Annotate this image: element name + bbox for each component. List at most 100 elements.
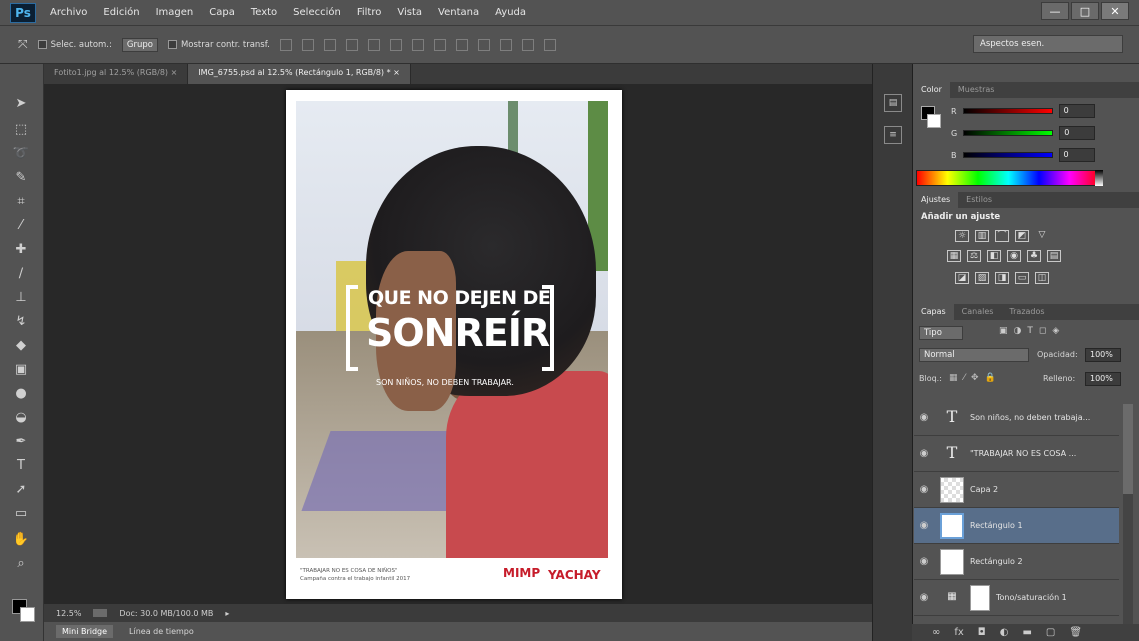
maximize-button[interactable]: □ bbox=[1071, 2, 1099, 20]
layer-row[interactable]: ◉ ▦ Tono/saturación 1 bbox=[914, 580, 1119, 616]
align-middle-icon[interactable] bbox=[301, 38, 314, 51]
layer-row-selected[interactable]: ◉ Rectángulo 1 bbox=[914, 508, 1119, 544]
pen-tool-icon[interactable]: ✒ bbox=[10, 432, 32, 452]
distribute-middle-icon[interactable] bbox=[433, 38, 446, 51]
vibrance-adjust-icon[interactable]: ▽ bbox=[1035, 230, 1049, 242]
menu-filtro[interactable]: Filtro bbox=[349, 7, 390, 18]
selective-color-adjust-icon[interactable]: ◫ bbox=[1035, 272, 1049, 284]
link-layers-icon[interactable]: ∞ bbox=[932, 627, 940, 638]
align-right-icon[interactable] bbox=[389, 38, 402, 51]
visibility-eye-icon[interactable]: ◉ bbox=[914, 520, 934, 531]
tab-timeline[interactable]: Línea de tiempo bbox=[123, 625, 200, 638]
invert-adjust-icon[interactable]: ◪ bbox=[955, 272, 969, 284]
align-bottom-icon[interactable] bbox=[323, 38, 336, 51]
show-transform-option[interactable]: Mostrar contr. transf. bbox=[167, 40, 270, 50]
distribute-left-icon[interactable] bbox=[477, 38, 490, 51]
visibility-eye-icon[interactable]: ◉ bbox=[914, 484, 934, 495]
quick-select-tool-icon[interactable]: ✎ bbox=[10, 168, 32, 188]
levels-adjust-icon[interactable]: ▥ bbox=[975, 230, 989, 242]
clone-stamp-tool-icon[interactable]: ⊥ bbox=[10, 288, 32, 308]
tab-adjustments[interactable]: Ajustes bbox=[913, 192, 959, 208]
opacity-value[interactable]: 100% bbox=[1085, 348, 1121, 362]
layer-style-icon[interactable]: fx bbox=[954, 627, 963, 638]
type-tool-icon[interactable]: T bbox=[10, 456, 32, 476]
properties-panel-icon[interactable]: ≡ bbox=[884, 126, 902, 144]
visibility-eye-icon[interactable]: ◉ bbox=[914, 448, 934, 459]
exposure-adjust-icon[interactable]: ◩ bbox=[1015, 230, 1029, 242]
tab-styles[interactable]: Estilos bbox=[958, 192, 1000, 208]
history-brush-tool-icon[interactable]: ↯ bbox=[10, 312, 32, 332]
fill-value[interactable]: 100% bbox=[1085, 372, 1121, 386]
history-panel-icon[interactable]: ▤ bbox=[884, 94, 902, 112]
blue-value[interactable]: 0 bbox=[1058, 148, 1095, 162]
close-button[interactable]: ✕ bbox=[1101, 2, 1129, 20]
black-white-adjust-icon[interactable]: ◧ bbox=[987, 250, 1001, 262]
layer-row[interactable]: ◉ T "TRABAJAR NO ES COSA ... bbox=[914, 436, 1119, 472]
menu-capa[interactable]: Capa bbox=[201, 7, 243, 18]
minimize-button[interactable]: — bbox=[1041, 2, 1069, 20]
align-center-icon[interactable] bbox=[367, 38, 380, 51]
hue-saturation-adjust-icon[interactable]: ▦ bbox=[947, 250, 961, 262]
doc-size-icon[interactable] bbox=[93, 609, 108, 617]
shape-tool-icon[interactable]: ▭ bbox=[10, 504, 32, 524]
marquee-tool-icon[interactable]: ⬚ bbox=[10, 120, 32, 140]
blue-slider[interactable] bbox=[962, 152, 1053, 158]
eraser-tool-icon[interactable]: ◆ bbox=[10, 336, 32, 356]
curves-adjust-icon[interactable]: ⌒ bbox=[995, 230, 1009, 242]
menu-imagen[interactable]: Imagen bbox=[148, 7, 202, 18]
tab-layers[interactable]: Capas bbox=[913, 304, 954, 320]
auto-select-option[interactable]: Selec. autom.: bbox=[37, 40, 112, 50]
color-bg-swatch[interactable] bbox=[927, 114, 941, 128]
tab-paths[interactable]: Trazados bbox=[1001, 304, 1052, 320]
new-adjustment-icon[interactable]: ◐ bbox=[1000, 627, 1009, 638]
workspace-select[interactable]: Aspectos esen. bbox=[973, 35, 1123, 53]
new-group-icon[interactable]: ▬ bbox=[1022, 627, 1031, 638]
eyedropper-tool-icon[interactable]: ⁄ bbox=[10, 216, 32, 236]
dodge-tool-icon[interactable]: ◒ bbox=[10, 408, 32, 428]
distribute-bottom-icon[interactable] bbox=[455, 38, 468, 51]
channel-mixer-adjust-icon[interactable]: ♣ bbox=[1027, 250, 1041, 262]
show-transform-checkbox[interactable] bbox=[167, 40, 177, 49]
brush-tool-icon[interactable]: ∕ bbox=[10, 264, 32, 284]
delete-layer-icon[interactable]: 🗑 bbox=[1069, 627, 1082, 638]
tab-color[interactable]: Color bbox=[913, 82, 950, 98]
doc-tab-fotito[interactable]: Fotito1.jpg al 12.5% (RGB/8) × bbox=[44, 64, 189, 84]
threshold-adjust-icon[interactable]: ◨ bbox=[995, 272, 1009, 284]
tab-mini-bridge[interactable]: Mini Bridge bbox=[56, 625, 114, 638]
menu-archivo[interactable]: Archivo bbox=[42, 7, 95, 18]
gradient-tool-icon[interactable]: ▣ bbox=[10, 360, 32, 380]
red-slider[interactable] bbox=[962, 108, 1053, 114]
healing-brush-tool-icon[interactable]: ✚ bbox=[10, 240, 32, 260]
distribute-top-icon[interactable] bbox=[411, 38, 424, 51]
menu-vista[interactable]: Vista bbox=[389, 7, 430, 18]
photo-filter-adjust-icon[interactable]: ◉ bbox=[1007, 250, 1021, 262]
lock-icons[interactable]: ▦⁄✥🔒 bbox=[949, 373, 1002, 383]
color-lookup-adjust-icon[interactable]: ▤ bbox=[1047, 250, 1061, 262]
menu-ventana[interactable]: Ventana bbox=[430, 7, 487, 18]
move-tool-icon[interactable]: ➤ bbox=[10, 94, 32, 114]
visibility-eye-icon[interactable]: ◉ bbox=[914, 592, 934, 603]
layer-filter-icons[interactable]: ▣◑T◻◈ bbox=[999, 326, 1065, 336]
visibility-eye-icon[interactable]: ◉ bbox=[914, 412, 934, 423]
blend-mode-select[interactable]: Normal bbox=[919, 348, 1029, 362]
gradient-map-adjust-icon[interactable]: ▭ bbox=[1015, 272, 1029, 284]
path-select-tool-icon[interactable]: ➚ bbox=[10, 480, 32, 500]
new-layer-icon[interactable]: ▢ bbox=[1046, 627, 1055, 638]
hand-tool-icon[interactable]: ✋ bbox=[10, 530, 32, 550]
visibility-eye-icon[interactable]: ◉ bbox=[914, 556, 934, 567]
brightness-adjust-icon[interactable]: ☼ bbox=[955, 230, 969, 242]
zoom-tool-icon[interactable]: ⌕ bbox=[10, 554, 32, 574]
tab-swatches[interactable]: Muestras bbox=[950, 82, 1003, 98]
layer-row[interactable]: ◉ T Son niños, no deben trabaja... bbox=[914, 400, 1119, 436]
align-top-icon[interactable] bbox=[279, 38, 292, 51]
color-spectrum[interactable] bbox=[916, 170, 1101, 186]
auto-align-icon[interactable] bbox=[543, 38, 556, 51]
distribute-center-icon[interactable] bbox=[499, 38, 512, 51]
move-tool-icon[interactable]: ⤧ bbox=[18, 37, 28, 52]
layer-kind-filter[interactable]: Tipo bbox=[919, 326, 963, 340]
zoom-level[interactable]: 12.5% bbox=[56, 609, 81, 618]
menu-ayuda[interactable]: Ayuda bbox=[487, 7, 534, 18]
crop-tool-icon[interactable]: ⌗ bbox=[10, 192, 32, 212]
menu-seleccion[interactable]: Selección bbox=[285, 7, 349, 18]
posterize-adjust-icon[interactable]: ▨ bbox=[975, 272, 989, 284]
